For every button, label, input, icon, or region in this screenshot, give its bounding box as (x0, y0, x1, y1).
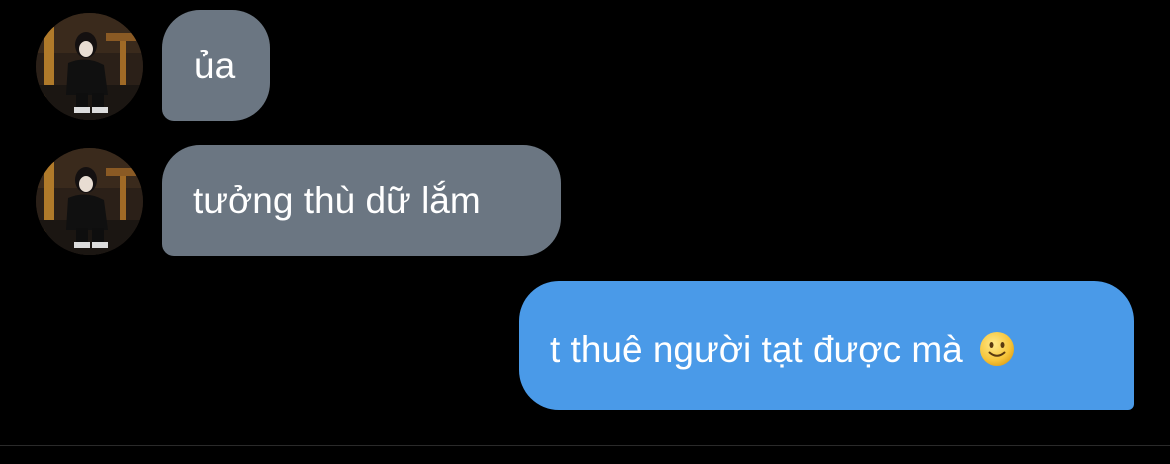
sender-avatar[interactable] (36, 13, 143, 120)
sender-avatar[interactable] (36, 148, 143, 255)
divider (0, 445, 1170, 446)
incoming-message-bubble[interactable]: tưởng thù dữ lắm (162, 145, 561, 256)
slightly-smiling-face-icon (980, 332, 1015, 366)
avatar-photo (36, 13, 143, 120)
message-text: tưởng thù dữ lắm (193, 180, 481, 221)
outgoing-message-bubble[interactable]: t thuê người tạt được mà (519, 281, 1134, 410)
incoming-message-bubble[interactable]: ủa (162, 10, 270, 121)
avatar-photo (36, 148, 143, 255)
message-text: t thuê người tạt được mà (550, 329, 963, 370)
message-text: ủa (194, 45, 236, 86)
